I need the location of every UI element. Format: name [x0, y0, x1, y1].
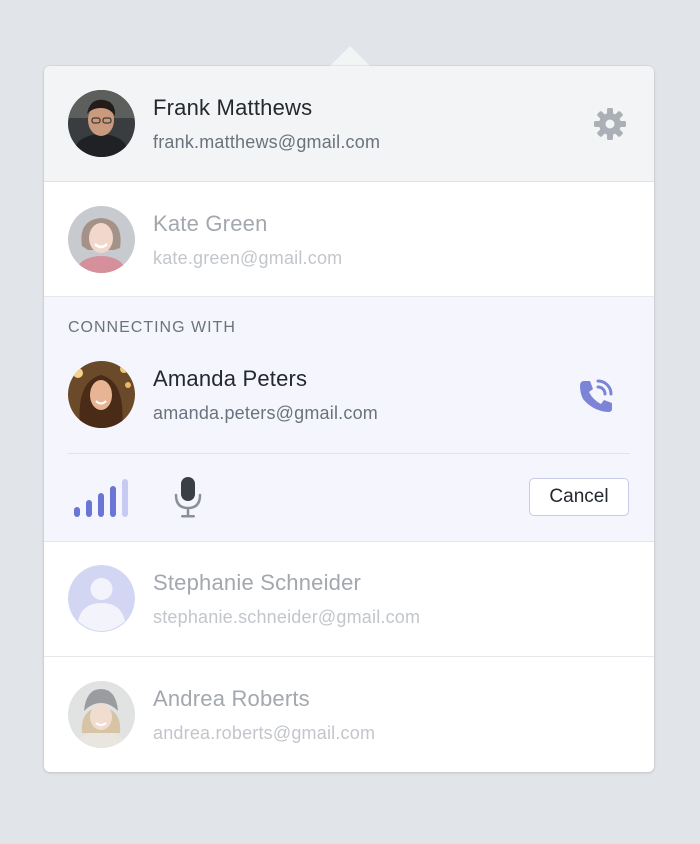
contact-name: Stephanie Schneider: [153, 570, 362, 595]
contact-row[interactable]: Stephanie Schneider stephanie.schneider@…: [44, 541, 654, 657]
account-popover: Frank Matthews frank.matthews@gmail.com: [44, 66, 654, 772]
user-name: Frank Matthews: [153, 95, 313, 120]
signal-bar: [110, 486, 116, 517]
gear-icon[interactable]: [592, 106, 628, 142]
contact-name: Andrea Roberts: [153, 686, 310, 711]
section-label: CONNECTING WITH: [68, 319, 236, 336]
current-user-row: Frank Matthews frank.matthews@gmail.com: [44, 66, 654, 182]
divider: [68, 453, 630, 454]
user-email: frank.matthews@gmail.com: [153, 132, 381, 152]
signal-bar: [74, 507, 80, 517]
contact-row[interactable]: Andrea Roberts andrea.roberts@gmail.com: [44, 657, 654, 772]
signal-bar: [86, 500, 92, 517]
contact-email: amanda.peters@gmail.com: [153, 403, 378, 423]
avatar: [68, 681, 135, 748]
default-user-icon: [68, 565, 135, 632]
contact-email: kate.green@gmail.com: [153, 248, 343, 268]
cancel-button[interactable]: Cancel: [529, 478, 629, 516]
contact-email: stephanie.schneider@gmail.com: [153, 607, 421, 627]
microphone-icon[interactable]: [172, 475, 204, 521]
contact-name: Amanda Peters: [153, 366, 308, 391]
popover-caret: [330, 46, 370, 66]
avatar[interactable]: [68, 90, 135, 157]
avatar: [68, 206, 135, 273]
contact-row[interactable]: Kate Green kate.green@gmail.com: [44, 182, 654, 297]
avatar: [68, 361, 135, 428]
phone-calling-icon[interactable]: [575, 375, 617, 417]
signal-strength-icon: [74, 477, 130, 519]
signal-bar: [122, 479, 128, 517]
signal-bar: [98, 493, 104, 517]
contact-name: Kate Green: [153, 211, 268, 236]
connecting-section: CONNECTING WITH Amanda Peters amanda.pet…: [44, 297, 654, 542]
contact-email: andrea.roberts@gmail.com: [153, 723, 376, 743]
